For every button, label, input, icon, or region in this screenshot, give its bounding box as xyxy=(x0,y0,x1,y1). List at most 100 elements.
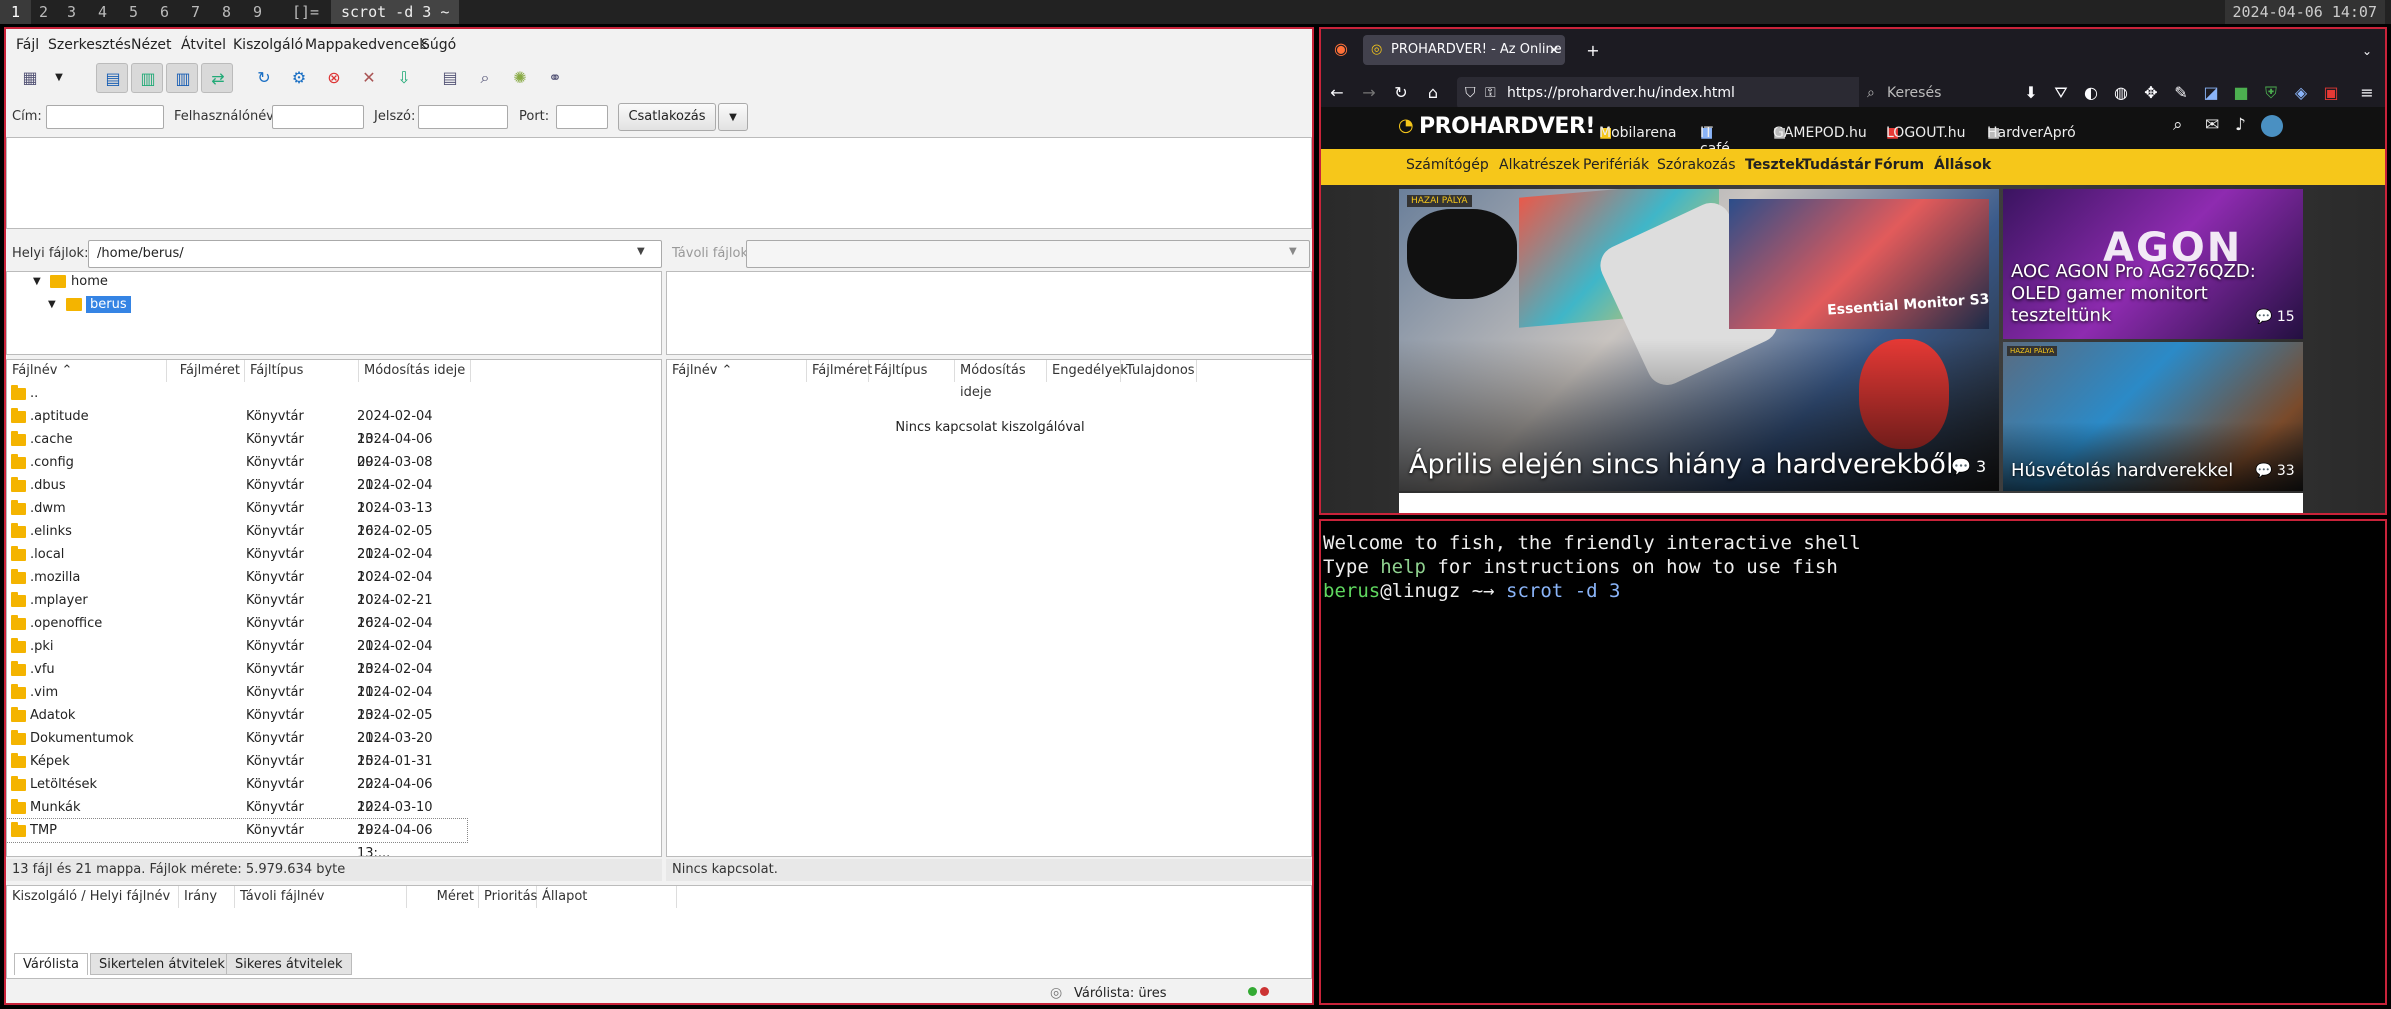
refresh-button[interactable]: ↻ xyxy=(248,63,280,93)
compare-button[interactable]: ⌕ xyxy=(469,63,501,93)
tag-6[interactable]: 6 xyxy=(149,0,180,24)
column-filesize[interactable]: Fájlméret xyxy=(167,360,245,382)
table-row[interactable]: TMP Könyvtár 2024-04-06 13:... xyxy=(7,818,468,856)
pocket-icon[interactable]: ⬇ xyxy=(2021,83,2041,103)
extension-icon[interactable]: ⛨ xyxy=(2261,83,2281,103)
tab-failed[interactable]: Sikertelen átvitelek xyxy=(90,953,234,975)
table-row[interactable]: .dbus Könyvtár 2024-02-04 10:... xyxy=(7,474,467,516)
site-manager-dropdown[interactable]: ▼ xyxy=(50,63,68,93)
tag-7[interactable]: 7 xyxy=(180,0,211,24)
search-icon[interactable]: ⌕ xyxy=(2173,115,2183,135)
tab-queued[interactable]: Várólista xyxy=(14,953,88,975)
hero-main-title[interactable]: Április elején sincs hiány a hardverekbő… xyxy=(1409,449,1953,480)
host-input[interactable] xyxy=(46,105,164,129)
tag-3[interactable]: 3 xyxy=(56,0,87,24)
table-row[interactable]: .mplayer Könyvtár 2024-02-21 16:... xyxy=(7,589,467,631)
menu-help[interactable]: Súgó xyxy=(421,37,456,53)
firefox-menu-icon[interactable]: ◉ xyxy=(1331,39,1351,59)
remote-tree[interactable] xyxy=(666,271,1312,355)
table-row[interactable]: .local Könyvtár 2024-02-04 10:... xyxy=(7,543,467,585)
category-periferiak[interactable]: Perifériák xyxy=(1583,157,1649,173)
extension-icon[interactable]: ◪ xyxy=(2201,83,2221,103)
tag-8[interactable]: 8 xyxy=(211,0,242,24)
menu-edit[interactable]: Szerkesztés xyxy=(48,37,131,53)
search-box[interactable]: ⌕ Keresés xyxy=(1859,77,2011,109)
tree-item-home[interactable]: home xyxy=(71,274,108,289)
column-modified[interactable]: Módosítás ideje xyxy=(359,360,471,382)
table-row[interactable]: Dokumentumok Könyvtár 2024-03-20 15:... xyxy=(7,727,467,769)
quickconnect-dropdown[interactable]: ▼ xyxy=(718,103,748,131)
tag-2[interactable]: 2 xyxy=(28,0,59,24)
extension-icon[interactable]: ✎ xyxy=(2171,83,2191,103)
category-alkatreszek[interactable]: Alkatrészek xyxy=(1499,157,1580,173)
extension-icon[interactable]: ■ xyxy=(2231,83,2251,103)
process-queue-button[interactable]: ⚙ xyxy=(283,63,315,93)
table-row[interactable]: Munkák Könyvtár 2024-03-10 19:... xyxy=(7,796,467,838)
directory-listing-filters-button[interactable]: ▤ xyxy=(434,63,466,93)
terminal-window[interactable]: Welcome to fish, the friendly interactiv… xyxy=(1319,519,2387,1005)
table-row[interactable]: .config Könyvtár 2024-03-08 21:... xyxy=(7,451,467,493)
table-row[interactable]: .cache Könyvtár 2024-04-06 09:... xyxy=(7,428,467,470)
column-filetype[interactable]: Fájltípus xyxy=(245,360,359,382)
hero-side-2-comments[interactable]: 💬 33 xyxy=(2255,463,2295,479)
avatar[interactable] xyxy=(2261,115,2283,137)
reconnect-button[interactable]: ⇩ xyxy=(388,63,420,93)
table-row[interactable]: .pki Könyvtár 2024-02-04 13:... xyxy=(7,635,467,677)
table-row[interactable]: Adatok Könyvtár 2024-02-05 21:... xyxy=(7,704,467,746)
password-input[interactable] xyxy=(418,105,508,129)
menu-view[interactable]: Nézet xyxy=(131,37,172,53)
hero-side-article-1[interactable]: AGON AOC AGON Pro AG276QZD: OLED gamer m… xyxy=(2003,189,2303,339)
extension-icon[interactable]: ◈ xyxy=(2291,83,2311,103)
hero-main-article[interactable]: HAZAI PÁLYA Essential Monitor S3 Április… xyxy=(1399,189,1999,491)
category-tesztek[interactable]: Tesztek xyxy=(1745,157,1804,173)
category-szorakozas[interactable]: Szórakozás xyxy=(1657,157,1736,173)
toggle-log-button[interactable]: ▤ xyxy=(96,63,128,93)
lock-icon[interactable]: ⚿ xyxy=(1485,77,1496,109)
column-filename[interactable]: Fájlnév ⌃ xyxy=(7,360,167,382)
bell-icon[interactable]: ♪ xyxy=(2235,115,2246,135)
remote-path-input[interactable] xyxy=(746,240,1310,268)
extension-icon[interactable]: ◐ xyxy=(2081,83,2101,103)
table-row[interactable]: .aptitude Könyvtár 2024-02-04 13:... xyxy=(7,405,467,447)
hero-side-article-2[interactable]: HAZAI PÁLYA Húsvétolás hardverekkel 💬 33 xyxy=(2003,342,2303,491)
category-allasok[interactable]: Állások xyxy=(1934,157,1991,173)
column-filename[interactable]: Fájlnév ⌃ xyxy=(667,360,807,382)
category-szamitogep[interactable]: Számítógép xyxy=(1406,157,1489,173)
site-manager-button[interactable]: ▦ xyxy=(14,63,46,93)
mail-icon[interactable]: ✉ xyxy=(2205,115,2219,135)
column-state[interactable]: Állapot xyxy=(537,886,677,908)
forward-icon[interactable]: → xyxy=(1359,83,1379,103)
extensions-puzzle-icon[interactable]: ✥ xyxy=(2141,83,2161,103)
toggle-queue-button[interactable]: ⇄ xyxy=(201,63,233,93)
close-tab-icon[interactable]: ✕ xyxy=(1549,35,1559,65)
save-icon[interactable]: ⛛ xyxy=(2051,83,2071,103)
column-permissions[interactable]: Engedélyek xyxy=(1047,360,1128,382)
tree-item-berus[interactable]: berus xyxy=(86,296,131,313)
hero-side-1-comments[interactable]: 💬 15 xyxy=(2255,309,2295,325)
home-icon[interactable]: ⌂ xyxy=(1423,83,1443,103)
tag-9[interactable]: 9 xyxy=(242,0,273,24)
local-file-list[interactable]: Fájlnév ⌃ Fájlméret Fájltípus Módosítás … xyxy=(6,359,662,857)
back-icon[interactable]: ← xyxy=(1327,83,1347,103)
column-direction[interactable]: Irány xyxy=(179,886,235,908)
menu-transfer[interactable]: Átvitel xyxy=(181,37,226,53)
chevron-down-icon[interactable]: ▼ xyxy=(1289,246,1297,257)
disconnect-button[interactable]: ✕ xyxy=(353,63,385,93)
local-tree[interactable]: ▼ home ▼ berus xyxy=(6,271,662,355)
extension-icon[interactable]: ▣ xyxy=(2321,83,2341,103)
new-tab-icon[interactable]: + xyxy=(1583,41,1603,61)
layout-indicator[interactable]: []= xyxy=(292,0,319,24)
menu-server[interactable]: Kiszolgáló xyxy=(233,37,303,53)
category-forum[interactable]: Fórum xyxy=(1874,157,1924,173)
menu-file[interactable]: Fájl xyxy=(16,37,39,53)
sync-browse-button[interactable]: ✺ xyxy=(504,63,536,93)
table-row[interactable]: .openoffice Könyvtár 2024-02-04 21:... xyxy=(7,612,467,654)
cancel-button[interactable]: ⊗ xyxy=(318,63,350,93)
tag-5[interactable]: 5 xyxy=(118,0,149,24)
local-path-input[interactable]: /home/berus/ xyxy=(88,240,662,268)
extension-icon[interactable]: ◍ xyxy=(2111,83,2131,103)
reload-icon[interactable]: ↻ xyxy=(1391,83,1411,103)
hero-side-1-title[interactable]: AOC AGON Pro AG276QZD: OLED gamer monito… xyxy=(2011,261,2261,327)
category-tudastar[interactable]: Tudástár xyxy=(1802,157,1871,173)
browser-tab[interactable]: ◎ PROHARDVER! - Az Online ✕ xyxy=(1363,35,1565,65)
